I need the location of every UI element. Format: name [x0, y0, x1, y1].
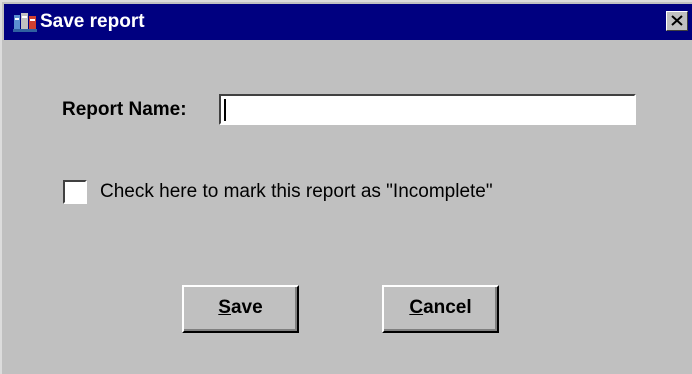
cancel-mnemonic: C	[409, 297, 424, 318]
report-name-label: Report Name:	[62, 99, 187, 120]
report-app-icon	[13, 11, 37, 33]
report-name-input[interactable]	[219, 94, 636, 125]
incomplete-checkbox[interactable]	[63, 180, 87, 204]
incomplete-checkbox-label[interactable]: Check here to mark this report as "Incom…	[100, 181, 493, 203]
save-label-rest: ave	[230, 297, 263, 318]
close-button[interactable]	[666, 11, 688, 31]
save-button[interactable]: Save	[182, 285, 299, 333]
save-report-dialog: Save report Report Name: Check here to m…	[0, 0, 692, 374]
window-title: Save report	[40, 11, 145, 32]
title-bar[interactable]: Save report	[4, 4, 692, 40]
text-cursor	[224, 99, 226, 121]
cancel-button[interactable]: Cancel	[382, 285, 499, 333]
cancel-label-rest: ancel	[423, 297, 472, 318]
save-mnemonic: S	[218, 297, 231, 318]
